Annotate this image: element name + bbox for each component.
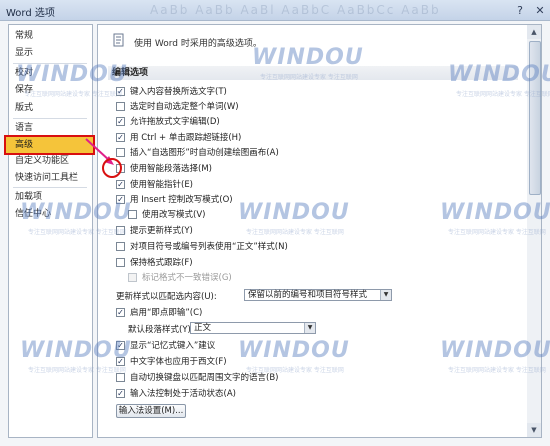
sidebar-divider [13,63,87,64]
sidebar-item-trust-center[interactable]: 信任中心 [9,206,92,222]
option-label: 使用改写模式(V) [142,210,206,220]
checkbox[interactable] [116,373,125,382]
option-label: 选定时自动选定整个单词(W) [130,102,239,112]
window-title: Word 选项 [6,8,55,19]
ime-settings-button[interactable]: 输入法设置(M)... [116,404,186,418]
option-label: 启用“即点即输”(C) [130,308,203,318]
annotation-circle [102,158,122,178]
checkbox[interactable] [128,210,137,219]
default-paragraph-style-dropdown[interactable]: 正文 ▼ [190,322,316,334]
help-button[interactable]: ? [510,2,530,19]
checkbox[interactable] [116,389,125,398]
option-label: 输入法控制处于活动状态(A) [130,389,236,399]
option-label: 用 Ctrl + 单击跟踪超链接(H) [130,133,242,143]
panel-header: 使用 Word 时采用的高级选项。 [134,39,262,49]
sidebar-item-proofing[interactable]: 校对 [9,65,92,81]
sidebar-item-addins[interactable]: 加载项 [9,189,92,205]
update-style-label: 更新样式以匹配选内容(U): [116,292,217,302]
option-label: 键入内容替换所选文字(T) [130,87,227,97]
option-label: 标记格式不一致错误(G) [142,273,232,283]
sidebar-item-language[interactable]: 语言 [9,120,92,136]
scroll-up-icon[interactable]: ▲ [527,25,541,39]
chevron-down-icon[interactable]: ▼ [304,323,315,333]
option-label: 允许拖放式文字编辑(D) [130,117,220,127]
checkbox[interactable] [116,341,125,350]
sidebar-item-general[interactable]: 常规 [9,28,92,44]
default-paragraph-style-label: 默认段落样式(Y): [128,325,194,335]
sidebar-divider [13,118,87,119]
sidebar-item-layout[interactable]: 版式 [9,100,92,116]
option-label: 保持格式跟踪(F) [130,258,193,268]
option-label: 插入“自选图形”时自动创建绘图画布(A) [130,148,279,158]
option-label: 使用智能指针(E) [130,180,194,190]
vertical-scrollbar[interactable]: ▲ ▼ [527,24,542,438]
checkbox[interactable] [116,357,125,366]
category-sidebar: 常规 显示 校对 保存 版式 语言 高级 自定义功能区 快速访问工具栏 加载项 … [4,24,95,438]
scroll-thumb[interactable] [529,41,541,195]
ribbon-ghost-text: AaBb AaBb AaBl AaBbC AaBbCc AaBb [150,3,441,17]
option-label: 提示更新样式(Y) [130,226,193,236]
checkbox[interactable] [116,226,125,235]
checkbox[interactable] [116,242,125,251]
chevron-down-icon[interactable]: ▼ [380,290,391,300]
dropdown-value: 正文 [194,323,212,333]
option-label: 自动切换键盘以匹配周围文字的语言(B) [130,373,279,383]
sidebar-item-display[interactable]: 显示 [9,45,92,61]
scroll-down-icon[interactable]: ▼ [527,423,541,437]
update-style-dropdown[interactable]: 保留以前的编号和项目符号样式 ▼ [244,289,392,301]
dropdown-value: 保留以前的编号和项目符号样式 [248,290,368,300]
close-button[interactable]: ✕ [530,2,550,19]
checkbox[interactable] [116,258,125,267]
option-label: 显示“记忆式键入”建议 [130,341,216,351]
checkbox[interactable] [116,180,125,189]
checkbox[interactable] [116,308,125,317]
title-bar: Word 选项 AaBb AaBb AaBl AaBbC AaBbCc AaBb… [0,0,550,21]
section-title-editing: 编辑选项 [108,66,518,80]
advanced-options-panel: 使用 Word 时采用的高级选项。 编辑选项 键入内容替换所选文字(T) 选定时… [97,24,529,438]
option-label: 中文字体也应用于西文(F) [130,357,227,367]
option-label: 对项目符号或编号列表使用“正文”样式(N) [130,242,288,252]
checkbox-disabled [128,273,137,282]
checkbox[interactable] [116,87,125,96]
option-label: 使用智能段落选择(M) [130,164,212,174]
sidebar-item-quick-access-toolbar[interactable]: 快速访问工具栏 [9,170,92,186]
options-page-icon [113,33,124,47]
checkbox[interactable] [116,102,125,111]
option-label: 用 Insert 控制改写模式(O) [130,195,233,205]
checkbox[interactable] [116,195,125,204]
sidebar-divider [13,187,87,188]
word-options-dialog: Word 选项 AaBb AaBb AaBl AaBbC AaBbCc AaBb… [0,0,550,446]
checkbox[interactable] [116,117,125,126]
sidebar-item-save[interactable]: 保存 [9,82,92,98]
